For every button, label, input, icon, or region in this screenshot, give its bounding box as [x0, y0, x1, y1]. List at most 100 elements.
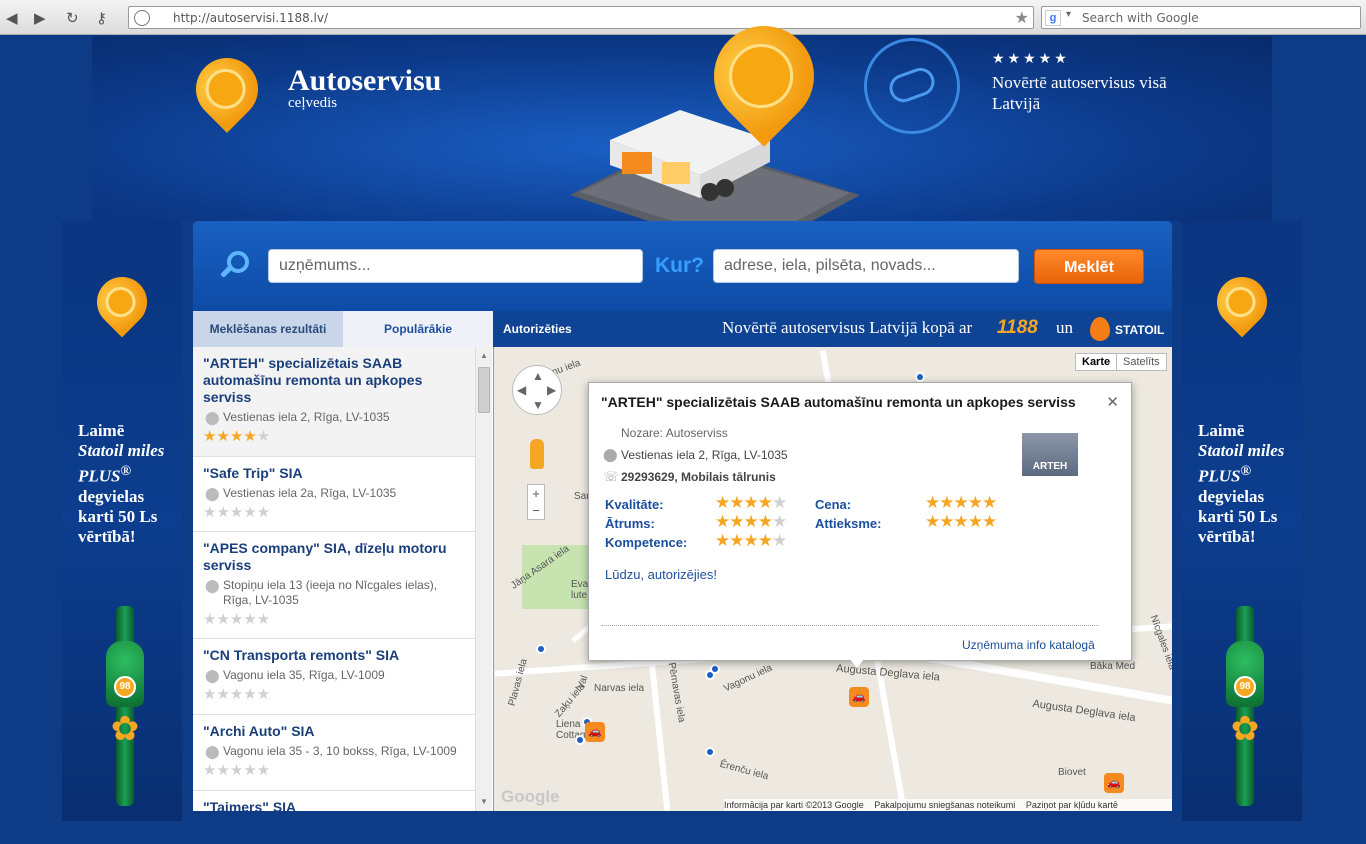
rating-label: Ātrums: [605, 516, 655, 531]
rating-stars[interactable]: ★★★★★ [925, 512, 997, 532]
location-pin-icon: ⬤ [205, 578, 220, 593]
google-icon[interactable]: g [1045, 10, 1061, 26]
right-promo-banner[interactable]: Laimē Statoil miles PLUS® degvielas kart… [1182, 221, 1302, 821]
left-promo-banner[interactable]: Laimē Statoil miles PLUS® degvielas kart… [62, 221, 182, 821]
rating-stars: ★★★★★ [203, 611, 271, 628]
list-item[interactable]: "APES company" SIA, dīzeļu motoru servis… [193, 532, 475, 639]
results-scrollbar[interactable]: ▲ ▼ [475, 347, 492, 811]
popup-address: Vestienas iela 2, Rīga, LV-1035 [621, 448, 788, 462]
statoil-logo[interactable]: STATOIL [1115, 323, 1164, 337]
pan-left-icon: ◀ [517, 383, 527, 397]
rating-stars: ★★★★★ [203, 428, 271, 445]
rating-stars[interactable]: ★★★★★ [715, 493, 787, 513]
zoom-in-icon: + [532, 486, 540, 501]
browser-search-box[interactable]: g ▾ Search with Google [1041, 6, 1361, 29]
catalog-link[interactable]: Uzņēmuma info katalogā [962, 638, 1095, 652]
location-pin-icon: ⬤ [205, 668, 220, 683]
rating-stars[interactable]: ★★★★★ [715, 531, 787, 551]
map-marker[interactable] [536, 644, 546, 654]
tavs-auto-stamp [864, 38, 960, 134]
tab-search-results[interactable]: Meklēšanas rezultāti [193, 311, 343, 347]
statoil-drop-icon [1090, 317, 1110, 341]
map-type-satellite-button[interactable]: Satelīts [1116, 353, 1167, 371]
logo-subtitle: ceļvedis [288, 95, 338, 111]
search-bar: uzņēmums... Kur? adrese, iela, pilsēta, … [193, 221, 1172, 311]
kur-label: Kur? [655, 254, 704, 277]
close-icon[interactable]: ✕ [1106, 393, 1119, 411]
car-service-marker[interactable]: 🚗 [1104, 773, 1124, 793]
fuel-nozzle-illustration: 98 ✿ [1224, 606, 1266, 816]
forward-icon[interactable]: ▶ [34, 9, 46, 27]
list-item[interactable]: "ARTEH" specializētais SAAB automašīnu r… [193, 347, 475, 457]
tab-popular[interactable]: Populārākie [343, 311, 493, 347]
popup-sector: Nozare: Autoserviss [621, 426, 728, 440]
location-pin-icon: ⬤ [205, 744, 220, 759]
company-search-input[interactable]: uzņēmums... [268, 249, 643, 283]
map-data-link[interactable]: Informācija par karti ©2013 Google [724, 800, 864, 810]
report-error-link[interactable]: Paziņot par kļūdu kartē [1026, 800, 1118, 810]
header-tagline: Novērtē autoservisus visā Latvijā [992, 73, 1167, 113]
rating-label: Kvalitāte: [605, 497, 664, 512]
street-label: Ērenču iela [718, 758, 770, 783]
map-type-map-button[interactable]: Karte [1075, 353, 1118, 371]
map[interactable]: Vāmu iela Jāņa Asara iela Augusta Deglav… [493, 347, 1172, 811]
rating-stars: ★★★★★ [203, 504, 271, 521]
back-icon[interactable]: ◀ [6, 9, 18, 27]
rating-stars[interactable]: ★★★★★ [925, 493, 997, 513]
google-map-logo: Google [501, 787, 560, 806]
rating-stars[interactable]: ★★★★★ [715, 512, 787, 532]
bookmark-star-icon[interactable]: ★ [1015, 8, 1029, 28]
browser-search-placeholder: Search with Google [1082, 11, 1199, 25]
list-item[interactable]: "CN Transporta remonts" SIA ⬤ Vagonu iela… [193, 639, 475, 715]
street-label: Narvas iela [594, 683, 645, 694]
banner-text: Laimē Statoil miles PLUS® degvielas kart… [78, 421, 165, 546]
site-header: Autoservisu ceļvedis ★★★★★ Novērtē autos… [92, 5, 1272, 225]
map-marker[interactable] [705, 747, 715, 757]
search-button[interactable]: Meklēt [1034, 249, 1144, 284]
popup-login-link[interactable]: Lūdzu, autorizējies! [605, 567, 717, 582]
globe-icon [134, 10, 150, 26]
street-view-pegman-icon[interactable] [530, 439, 544, 469]
promo-text: Novērtē autoservisus Latvijā kopā ar [722, 318, 973, 337]
list-item[interactable]: "Archi Auto" SIA ⬤ Vagonu iela 35 - 3, 10… [193, 715, 475, 791]
logo-1188[interactable]: 1188 [997, 317, 1038, 339]
phone-icon: ☏ [603, 469, 620, 484]
rating-label: Attieksme: [815, 516, 882, 531]
terms-link[interactable]: Pakalpojumu sniegšanas noteikumi [874, 800, 1015, 810]
logo-title[interactable]: Autoservisu [288, 64, 441, 98]
results-list: "ARTEH" specializētais SAAB automašīnu r… [193, 347, 493, 811]
map-zoom-control[interactable]: + − [527, 484, 545, 520]
key-icon[interactable]: ⚷ [96, 9, 107, 27]
address-bar[interactable]: http://autoservisi.1188.lv/ ★ [128, 6, 1034, 29]
list-item[interactable]: "Safe Trip" SIA ⬤ Vestienas iela 2a, Rīga… [193, 457, 475, 532]
car-service-marker[interactable]: 🚗 [849, 687, 869, 707]
car-icon [885, 63, 939, 107]
chevron-down-icon[interactable]: ▾ [1066, 9, 1071, 20]
popup-divider [601, 625, 1099, 626]
street-label: Pērnavas iela [665, 661, 687, 724]
street-label: Nīcgales iela [1147, 613, 1172, 672]
main-panel: uzņēmums... Kur? adrese, iela, pilsēta, … [193, 221, 1172, 811]
rating-stars: ★★★★★ [203, 762, 271, 779]
company-logo: ARTEH [1022, 433, 1078, 476]
scroll-thumb[interactable] [478, 367, 490, 413]
location-search-input[interactable]: adrese, iela, pilsēta, novads... [713, 249, 1019, 283]
bow-icon: ✿ [1230, 710, 1260, 748]
popup-title: "ARTEH" specializētais SAAB automašīnu r… [601, 394, 1076, 410]
map-marker[interactable] [710, 664, 720, 674]
reload-icon[interactable]: ↻ [66, 9, 79, 27]
street-label: Biovet [1058, 767, 1086, 778]
tabs-row: Meklēšanas rezultāti Populārākie Autoriz… [193, 311, 1172, 347]
pan-down-icon: ▼ [532, 398, 544, 412]
pan-up-icon: ▲ [532, 369, 544, 383]
map-marker[interactable] [915, 372, 925, 382]
car-service-marker[interactable]: 🚗 [585, 722, 605, 742]
search-icon [220, 251, 249, 279]
authorize-link[interactable]: Autorizēties [503, 322, 572, 336]
rating-stars: ★★★★★ [203, 686, 271, 703]
list-item[interactable]: "Taimers" SIA [193, 791, 475, 811]
scroll-down-icon: ▼ [480, 797, 488, 806]
map-pan-control[interactable]: ▲ ▼ ◀ ▶ [512, 365, 562, 415]
location-pin-icon: ⬤ [603, 447, 618, 462]
map-marker[interactable] [575, 735, 585, 745]
